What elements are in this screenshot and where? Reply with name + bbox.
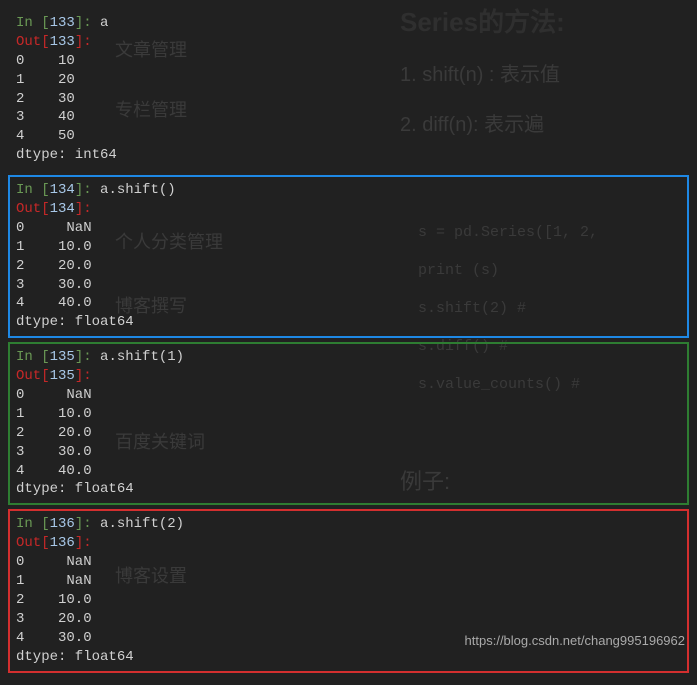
output-prompt-line: Out[133]:: [16, 33, 681, 52]
in-prompt-number: 136: [50, 516, 75, 532]
code-cell: In [135]: a.shift(1)Out[135]:0 NaN 1 10.…: [8, 342, 689, 505]
out-prompt-close: ]:: [75, 201, 92, 217]
in-prompt: In [: [16, 349, 50, 365]
command-text: a.shift(2): [100, 516, 184, 532]
code-cell: In [134]: a.shift()Out[134]:0 NaN 1 10.0…: [8, 175, 689, 338]
input-prompt-line: In [135]: a.shift(1): [16, 348, 681, 367]
out-prompt-number: 136: [50, 535, 75, 551]
code-cells-container: In [133]: aOut[133]:0 10 1 20 2 30 3 40 …: [0, 0, 697, 685]
out-prompt: Out[: [16, 368, 50, 384]
out-prompt-close: ]:: [75, 535, 92, 551]
out-prompt: Out[: [16, 535, 50, 551]
watermark-text: https://blog.csdn.net/chang995196962: [465, 633, 685, 648]
output-body: 0 NaN 1 NaN 2 10.0 3 20.0 4 30.0 dtype: …: [16, 553, 681, 666]
out-prompt: Out[: [16, 201, 50, 217]
in-prompt-number: 135: [50, 349, 75, 365]
out-prompt-close: ]:: [75, 34, 92, 50]
code-cell: In [133]: aOut[133]:0 10 1 20 2 30 3 40 …: [8, 8, 689, 171]
command-text: a.shift(1): [100, 349, 184, 365]
input-prompt-line: In [133]: a: [16, 14, 681, 33]
out-prompt-number: 134: [50, 201, 75, 217]
code-cell: In [136]: a.shift(2)Out[136]:0 NaN 1 NaN…: [8, 509, 689, 672]
command-text: a: [100, 15, 108, 31]
in-prompt-close: ]:: [75, 349, 100, 365]
in-prompt-number: 133: [50, 15, 75, 31]
input-prompt-line: In [134]: a.shift(): [16, 181, 681, 200]
output-prompt-line: Out[136]:: [16, 534, 681, 553]
out-prompt-close: ]:: [75, 368, 92, 384]
in-prompt-number: 134: [50, 182, 75, 198]
out-prompt: Out[: [16, 34, 50, 50]
output-prompt-line: Out[134]:: [16, 200, 681, 219]
output-body: 0 10 1 20 2 30 3 40 4 50 dtype: int64: [16, 52, 681, 165]
output-body: 0 NaN 1 10.0 2 20.0 3 30.0 4 40.0 dtype:…: [16, 386, 681, 499]
in-prompt: In [: [16, 182, 50, 198]
in-prompt-close: ]:: [75, 182, 100, 198]
output-body: 0 NaN 1 10.0 2 20.0 3 30.0 4 40.0 dtype:…: [16, 219, 681, 332]
in-prompt: In [: [16, 15, 50, 31]
out-prompt-number: 133: [50, 34, 75, 50]
in-prompt-close: ]:: [75, 15, 100, 31]
output-prompt-line: Out[135]:: [16, 367, 681, 386]
in-prompt: In [: [16, 516, 50, 532]
in-prompt-close: ]:: [75, 516, 100, 532]
out-prompt-number: 135: [50, 368, 75, 384]
input-prompt-line: In [136]: a.shift(2): [16, 515, 681, 534]
command-text: a.shift(): [100, 182, 176, 198]
